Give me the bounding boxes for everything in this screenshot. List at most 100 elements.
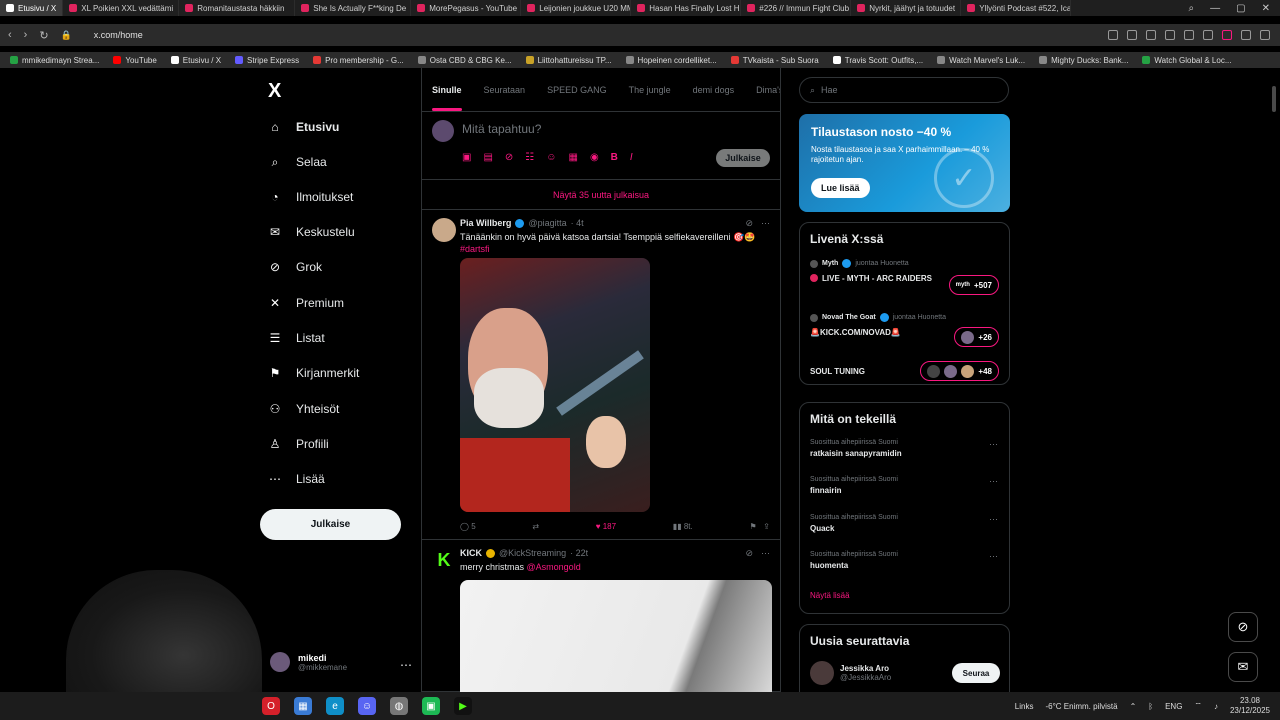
like-button[interactable]: ♥ 187	[596, 522, 616, 531]
bold-icon[interactable]: B	[611, 152, 618, 163]
listener-count[interactable]: +48	[920, 361, 999, 381]
sidebar-item-premium[interactable]: ✕ Premium	[268, 296, 344, 310]
sidebar-item-profile[interactable]: ♙ Profiili	[268, 437, 329, 451]
browser-tab[interactable]: Yllyönti Podcast #522, Ica	[961, 0, 1072, 16]
trend-item[interactable]: Suosittua aihepiirissä Suomi Quack ⋯	[810, 514, 1000, 533]
network-icon[interactable]: ⌔	[1194, 701, 1202, 711]
tab-list[interactable]: demi dogs	[693, 85, 735, 95]
weather-widget[interactable]: -6°C Enimm. pilvistä	[1045, 702, 1117, 711]
extension-icon[interactable]	[1203, 30, 1213, 40]
trend-item[interactable]: Suosittua aihepiirissä Suomi finnairin ⋯	[810, 476, 1000, 495]
browser-tab[interactable]: Leijonien joukkue U20 MM	[521, 0, 632, 16]
emoji-icon[interactable]: ☺	[546, 152, 556, 163]
show-more-link[interactable]: Näytä lisää	[810, 591, 850, 600]
app-icon[interactable]: ◍	[390, 697, 408, 715]
sidebar-item-bookmarks[interactable]: ⚑ Kirjanmerkit	[268, 366, 360, 380]
bookmark[interactable]: YouTube	[113, 56, 157, 65]
browser-tab[interactable]: Nyrkit, jäähyt ja totuudet	[851, 0, 962, 16]
location-icon[interactable]: ◉	[590, 152, 599, 163]
grok-floating-button[interactable]: ⊘	[1228, 612, 1258, 642]
listener-count[interactable]: +26	[954, 327, 999, 347]
edge-icon[interactable]: e	[326, 697, 344, 715]
browser-tab[interactable]: #226 // Immun Fight Club	[741, 0, 852, 16]
x-logo-icon[interactable]: X	[268, 80, 281, 103]
bookmark[interactable]: Mighty Ducks: Bank...	[1039, 56, 1128, 65]
grok-icon[interactable]: ⊘	[745, 218, 753, 229]
url-field[interactable]: x.com/home	[94, 30, 143, 40]
tab-list[interactable]: SPEED GANG	[547, 85, 607, 95]
avatar[interactable]	[432, 218, 456, 242]
tab-list[interactable]: The jungle	[629, 85, 671, 95]
bluetooth-icon[interactable]: ᛒ	[1148, 702, 1153, 711]
bookmark[interactable]: TVkaista - Sub Suora	[730, 56, 819, 65]
tab-following[interactable]: Seurataan	[484, 85, 526, 95]
grok-icon[interactable]: ⊘	[745, 548, 753, 559]
follow-suggestion[interactable]: Jessikka Aro @JessikkaAro	[810, 661, 891, 685]
compose-post-button[interactable]: Julkaise	[716, 149, 770, 167]
follow-button[interactable]: Seuraa	[952, 663, 1000, 683]
menu-icon[interactable]	[1260, 30, 1270, 40]
close-icon[interactable]: ✕	[1262, 3, 1270, 14]
browser-tab[interactable]: MorePegasus - YouTube	[411, 0, 522, 16]
minimize-icon[interactable]: —	[1210, 3, 1220, 14]
extension-icon[interactable]	[1108, 30, 1118, 40]
extension-icon[interactable]	[1146, 30, 1156, 40]
browser-tab[interactable]: Etusivu / X	[0, 0, 64, 16]
search-input[interactable]: ⌕ Hae	[799, 77, 1009, 103]
poll-icon[interactable]: ☷	[525, 152, 534, 163]
extension-icon[interactable]	[1127, 30, 1137, 40]
bookmark[interactable]: Pro membership - G...	[313, 56, 404, 65]
extension-icon[interactable]	[1165, 30, 1175, 40]
bookmark[interactable]: Liittohattureissu TP...	[525, 56, 612, 65]
app-icon[interactable]: ▣	[422, 697, 440, 715]
read-more-button[interactable]: Lue lisää	[811, 178, 870, 198]
reload-icon[interactable]: ↻	[39, 29, 48, 42]
heart-icon[interactable]	[1222, 30, 1232, 40]
schedule-icon[interactable]: ▦	[568, 152, 577, 163]
post-button[interactable]: Julkaise	[260, 509, 401, 540]
tweet-image[interactable]	[460, 580, 772, 692]
more-icon[interactable]: ⋯	[761, 218, 770, 229]
clock[interactable]: 23.08 23/12/2025	[1230, 696, 1270, 715]
download-icon[interactable]	[1241, 30, 1251, 40]
files-icon[interactable]: ▦	[294, 697, 312, 715]
sidebar-item-lists[interactable]: ☰ Listat	[268, 331, 325, 345]
listener-count[interactable]: myth +507	[948, 275, 999, 295]
bookmark[interactable]: Travis Scott: Outfits,...	[832, 56, 923, 65]
sidebar-item-messages[interactable]: ✉ Keskustelu	[268, 225, 355, 239]
kick-icon[interactable]: ▶	[454, 697, 472, 715]
italic-icon[interactable]: I	[630, 152, 633, 163]
gif-icon[interactable]: ▤	[483, 152, 492, 163]
sidebar-item-grok[interactable]: ⊘ Grok	[268, 260, 322, 274]
more-icon[interactable]: ⋯	[989, 476, 998, 487]
compose-input[interactable]: Mitä tapahtuu?	[462, 122, 541, 136]
tweet-time[interactable]: · 22t	[570, 548, 588, 558]
scrollbar[interactable]	[1272, 86, 1276, 112]
sidebar-item-more[interactable]: ⋯ Lisää	[268, 472, 325, 486]
sidebar-item-communities[interactable]: ⚇ Yhteisöt	[268, 402, 340, 416]
bookmark[interactable]: Stripe Express	[235, 56, 299, 65]
image-icon[interactable]: ▣	[462, 152, 471, 163]
more-options-icon[interactable]: ⋯	[400, 658, 412, 672]
trend-item[interactable]: Suosittua aihepiirissä Suomi huomenta ⋯	[810, 551, 1000, 570]
bookmark[interactable]: Etusivu / X	[170, 56, 221, 65]
search-tabs-icon[interactable]: ⌕	[1189, 3, 1195, 14]
discord-icon[interactable]: ☺	[358, 697, 376, 715]
kick-logo-icon[interactable]: K	[432, 548, 456, 572]
tweet-author-name[interactable]: KICK	[460, 548, 482, 558]
tweet-handle[interactable]: @KickStreaming	[499, 548, 566, 558]
tweet-image[interactable]	[460, 258, 650, 512]
browser-tab[interactable]: Hasan Has Finally Lost His	[631, 0, 742, 16]
opera-icon[interactable]: O	[262, 697, 280, 715]
browser-tab[interactable]: XL Poikien XXL vedättämi	[63, 0, 180, 16]
hashtag-link[interactable]: #dartsfi	[460, 244, 490, 254]
maximize-icon[interactable]: ▢	[1236, 3, 1245, 14]
messages-floating-button[interactable]: ✉	[1228, 652, 1258, 682]
volume-icon[interactable]: ♪	[1214, 702, 1218, 711]
bookmark[interactable]: Osta CBD & CBG Ke...	[417, 56, 512, 65]
bookmark[interactable]: Hopeinen cordelliket...	[625, 56, 717, 65]
tab-list[interactable]: Dima's Di	[756, 85, 780, 95]
share-icon[interactable]: ⇪	[763, 522, 770, 531]
repost-button[interactable]: ⇄	[532, 522, 539, 531]
bookmark-icon[interactable]: ⚑	[749, 522, 756, 531]
